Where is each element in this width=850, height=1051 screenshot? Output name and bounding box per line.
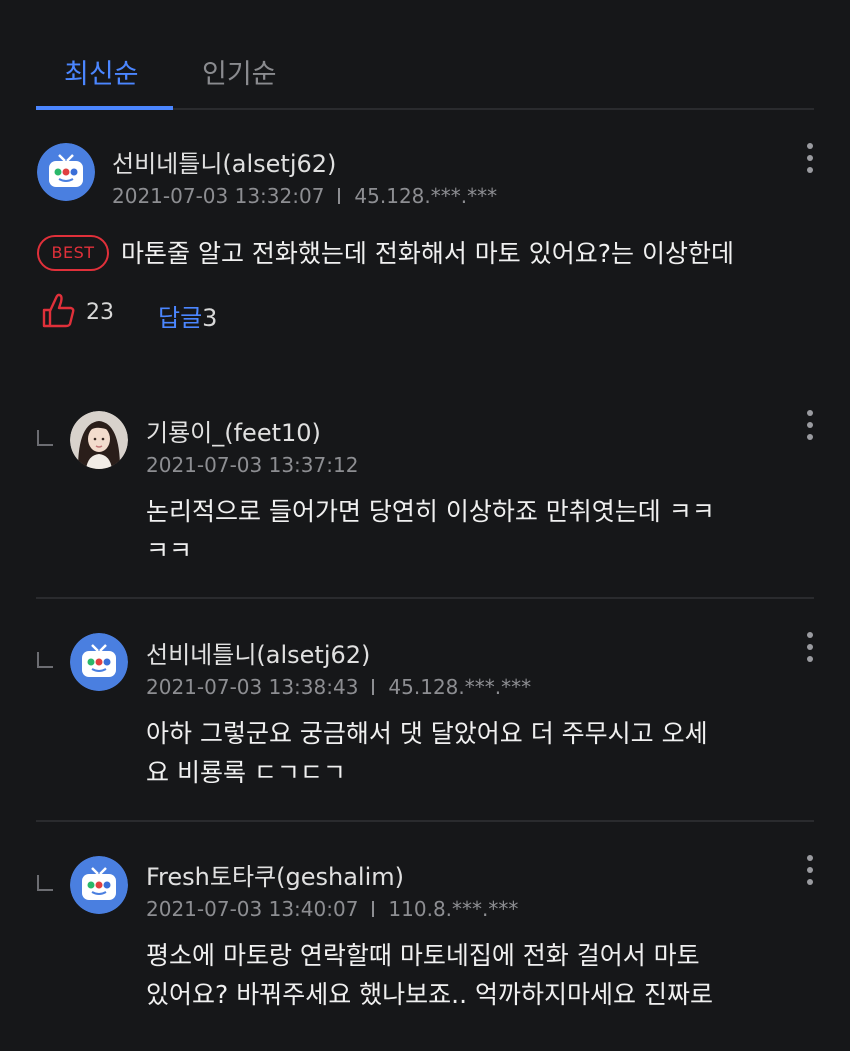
reply-text-line: 논리적으로 들어가면 당연히 이상하죠 만취엿는데 ㅋㅋ [146, 497, 715, 526]
reply-text-line: 있어요? 바꿔주세요 했나보죠.. 억까하지마세요 진짜로 [146, 980, 713, 1009]
reply-text: 아하 그렇군요 궁금해서 댓 달았어요 더 주무시고 오세 요 비룡록 ㄷㄱㄷㄱ [146, 714, 786, 792]
best-badge: BEST [37, 235, 109, 271]
tv-mascot-icon[interactable] [70, 856, 128, 914]
more-vertical-icon[interactable] [803, 855, 817, 891]
reply-ip: 45.128.***.*** [388, 675, 532, 699]
reply-text-line: 평소에 마토랑 연락할때 마토네집에 전화 걸어서 마토 [146, 941, 700, 970]
reply-corner-icon [37, 430, 53, 446]
tv-mascot-icon[interactable] [37, 143, 95, 201]
reply-corner-icon [37, 652, 53, 668]
reply-datetime: 2021-07-03 13:37:12 [146, 453, 359, 477]
reply-text-line: 요 비룡록 ㄷㄱㄷㄱ [146, 758, 346, 787]
comment-datetime: 2021-07-03 13:32:07 [112, 184, 325, 208]
reply-button[interactable]: 답글3 [158, 298, 217, 333]
reply-meta: 2021-07-03 13:38:43 45.128.***.*** [146, 675, 531, 699]
more-vertical-icon[interactable] [803, 410, 817, 446]
meta-separator [338, 188, 341, 204]
comment-meta: 2021-07-03 13:32:07 45.128.***.*** [112, 184, 497, 208]
like-count: 23 [86, 300, 114, 325]
divider [36, 820, 814, 822]
reply-text: 논리적으로 들어가면 당연히 이상하죠 만취엿는데 ㅋㅋ ㅋㅋ [146, 492, 786, 570]
tv-mascot-icon[interactable] [70, 633, 128, 691]
reply-datetime: 2021-07-03 13:38:43 [146, 675, 359, 699]
tab-popular[interactable]: 인기순 [202, 52, 277, 91]
meta-separator [372, 679, 375, 695]
more-vertical-icon[interactable] [803, 143, 817, 179]
reply-meta: 2021-07-03 13:40:07 110.8.***.*** [146, 897, 518, 921]
active-tab-indicator [36, 106, 173, 110]
divider [36, 597, 814, 599]
reply-label: 답글 [158, 304, 203, 332]
user-photo-avatar[interactable] [70, 411, 128, 469]
reply-ip: 110.8.***.*** [388, 897, 519, 921]
reply-author[interactable]: 선비네틀니(alsetj62) [146, 635, 370, 670]
reply-text-line: 아하 그렇군요 궁금해서 댓 달았어요 더 주무시고 오세 [146, 719, 708, 748]
reply-text: 평소에 마토랑 연락할때 마토네집에 전화 걸어서 마토 있어요? 바꿔주세요 … [146, 936, 806, 1014]
reply-meta: 2021-07-03 13:37:12 [146, 453, 358, 477]
reply-text-line: ㅋㅋ [146, 536, 193, 565]
comment-ip: 45.128.***.*** [354, 184, 498, 208]
reply-datetime: 2021-07-03 13:40:07 [146, 897, 359, 921]
comment-text: 마톤줄 알고 전화했는데 전화해서 마토 있어요?는 이상한데 [121, 239, 734, 268]
tab-latest[interactable]: 최신순 [64, 52, 139, 91]
reply-author[interactable]: Fresh토타쿠(geshalim) [146, 857, 404, 892]
more-vertical-icon[interactable] [803, 632, 817, 668]
reply-count: 3 [202, 304, 218, 332]
reply-author[interactable]: 기룡이_(feet10) [146, 413, 321, 448]
thumbs-up-icon[interactable] [40, 290, 76, 330]
meta-separator [372, 901, 375, 917]
sort-tabs: 최신순 인기순 [36, 0, 814, 110]
comment-author[interactable]: 선비네틀니(alsetj62) [112, 144, 336, 179]
reply-corner-icon [37, 875, 53, 891]
